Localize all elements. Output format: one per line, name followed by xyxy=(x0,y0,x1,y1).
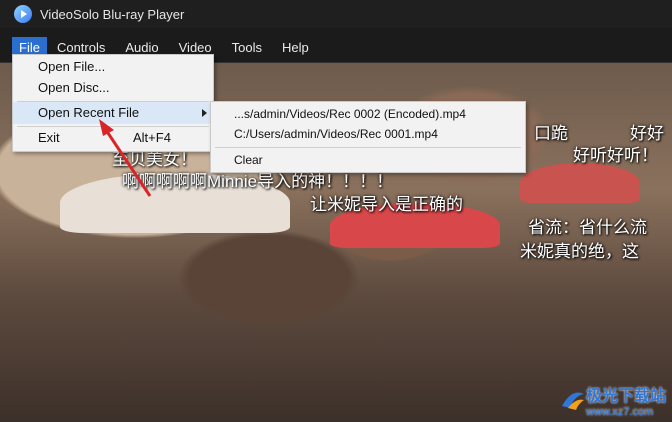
annotation-arrow-icon xyxy=(99,119,152,197)
